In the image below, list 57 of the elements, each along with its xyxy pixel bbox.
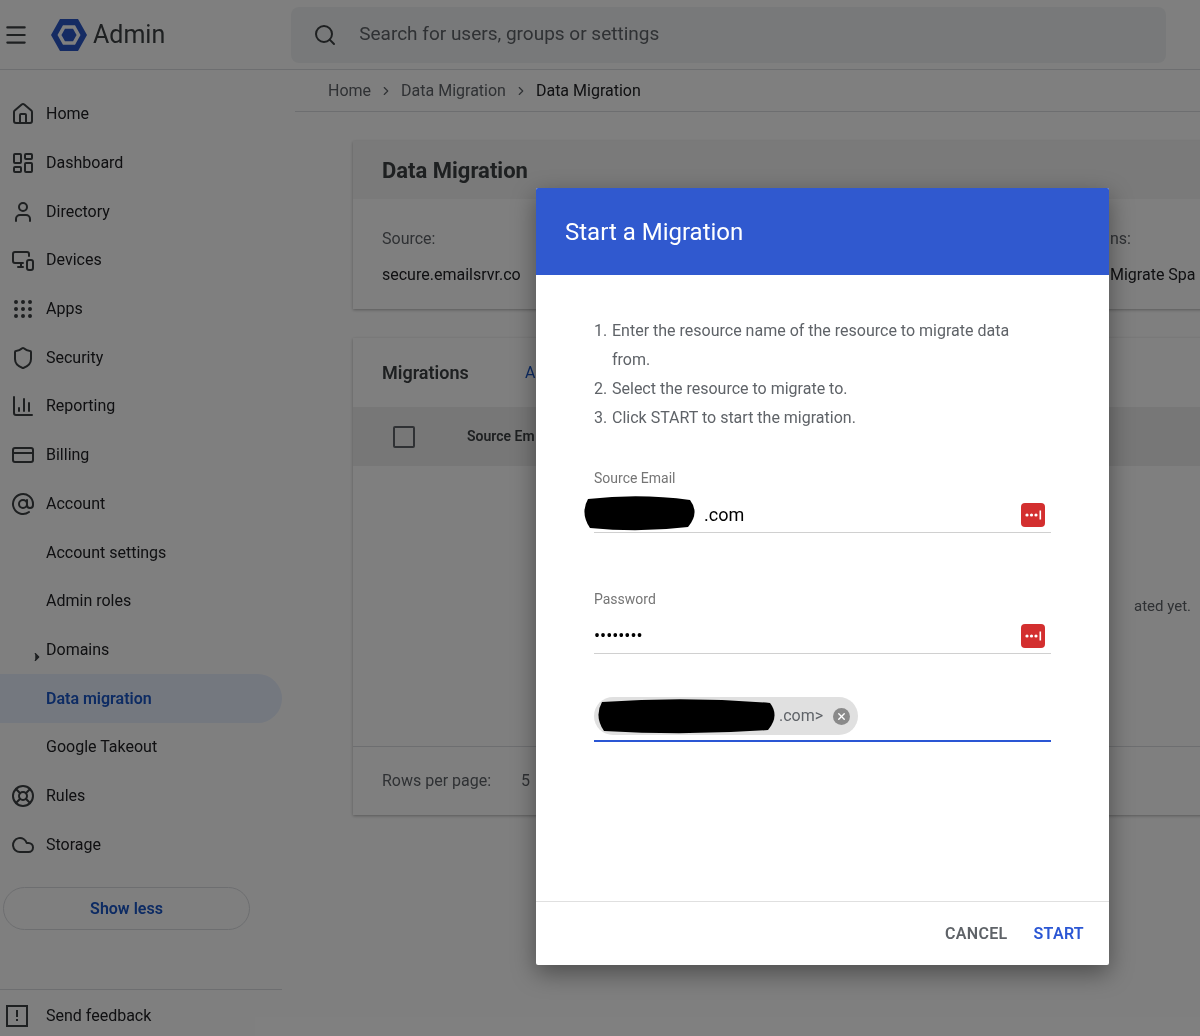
- dashboard-icon: [11, 151, 35, 176]
- shield-icon: [11, 345, 35, 370]
- sidebar-item[interactable]: Rules: [0, 771, 282, 821]
- sidebar-item[interactable]: Data migration: [0, 674, 282, 723]
- sidebar-item[interactable]: Billing: [0, 430, 282, 480]
- step-number: 1.: [594, 320, 609, 342]
- sidebar-item[interactable]: Security: [0, 333, 282, 383]
- breadcrumb-link[interactable]: Data Migration: [401, 78, 506, 103]
- rows-per-page-label: Rows per page:: [382, 770, 493, 792]
- add-link[interactable]: A: [525, 360, 536, 385]
- cancel-button[interactable]: CANCEL: [936, 915, 1017, 952]
- step-text: Click START to start the migration.: [612, 407, 857, 429]
- field-label: Source:: [382, 228, 437, 250]
- card-title: Data Migration: [382, 156, 528, 185]
- wheel-icon: [11, 783, 35, 808]
- sidebar-item[interactable]: Directory: [0, 187, 282, 237]
- logo-icon: [51, 17, 87, 52]
- product-name: Admin: [93, 18, 166, 51]
- sidebar-item[interactable]: Account: [0, 479, 282, 529]
- sidebar-item[interactable]: Dashboard: [0, 138, 282, 188]
- search-icon: [313, 22, 338, 47]
- step-text: Enter the resource name of the resource to migrate data from.: [612, 320, 1011, 371]
- recipient-field[interactable]: .com>: [594, 692, 1051, 742]
- step-number: 2.: [594, 378, 609, 400]
- checkbox[interactable]: [393, 425, 415, 448]
- card-title: Migrations: [382, 361, 470, 385]
- start-button[interactable]: START: [1024, 915, 1093, 952]
- sidebar-item[interactable]: Home: [0, 90, 282, 139]
- send-feedback-link[interactable]: Send feedback: [46, 1004, 152, 1028]
- field-label: Source Email: [594, 469, 677, 488]
- remove-chip-icon[interactable]: [833, 707, 851, 725]
- empty-message: ated yet.: [1133, 595, 1191, 617]
- column-header: Source Em: [467, 427, 535, 446]
- sidebar-item[interactable]: Apps: [0, 284, 282, 334]
- sidebar-item[interactable]: Account settings: [0, 528, 282, 577]
- rows-per-page-select[interactable]: 5: [521, 769, 530, 793]
- dialog-title: Start a Migration: [565, 216, 744, 248]
- at-sign-icon: [11, 491, 35, 516]
- bar-chart-icon: [11, 394, 35, 419]
- ellipsis-icon[interactable]: [1021, 503, 1045, 527]
- field-label: ns:: [1110, 228, 1132, 250]
- step-text: Select the resource to migrate to.: [612, 378, 849, 400]
- sidebar-item[interactable]: Devices: [0, 236, 282, 285]
- breadcrumb-link[interactable]: Home: [328, 78, 372, 103]
- field-label: Password: [594, 590, 657, 609]
- field-value: secure.emailsrvr.co: [382, 264, 522, 286]
- field-value: Migrate Spa: [1110, 264, 1196, 286]
- ellipsis-icon[interactable]: [1021, 624, 1045, 648]
- feedback-icon[interactable]: [5, 1004, 29, 1028]
- home-icon: [11, 102, 35, 127]
- sidebar-item[interactable]: Storage: [0, 820, 282, 869]
- chip-text: .com>: [779, 705, 824, 727]
- step-number: 3.: [594, 407, 609, 429]
- sidebar-item[interactable]: Admin roles: [0, 576, 282, 626]
- search-field[interactable]: Search for users, groups or settings: [291, 6, 1167, 63]
- sidebar-item[interactable]: Reporting: [0, 382, 282, 431]
- devices-icon: [11, 248, 35, 273]
